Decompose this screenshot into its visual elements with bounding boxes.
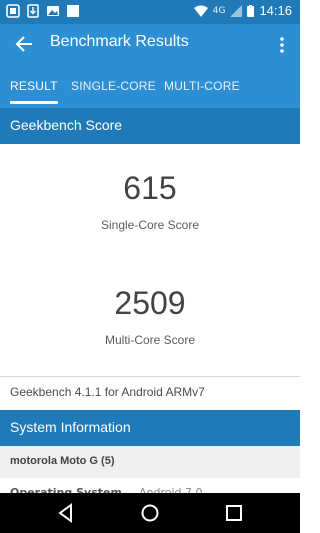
- image-icon: [47, 6, 59, 16]
- tab-multi-core[interactable]: MULTI-CORE: [164, 64, 240, 108]
- tab-single-core[interactable]: SINGLE-CORE: [71, 64, 156, 108]
- wifi-icon: [193, 5, 208, 17]
- device-name: motorola Moto G (5): [10, 455, 115, 467]
- tab-result[interactable]: RESULT: [10, 64, 58, 108]
- page-title: Benchmark Results: [50, 33, 189, 50]
- tab-bar: RESULT SINGLE-CORE MULTI-CORE: [0, 64, 300, 108]
- more-vert-icon[interactable]: [274, 34, 290, 56]
- square-icon: [67, 5, 79, 17]
- multi-core-score-label: Multi-Core Score: [104, 333, 196, 347]
- nav-home-icon[interactable]: [139, 502, 161, 524]
- arrow-left-icon[interactable]: [14, 32, 34, 56]
- battery-icon: [247, 4, 255, 17]
- clock: 14:16: [259, 3, 292, 18]
- geekbench-score-title: Geekbench Score: [10, 117, 123, 133]
- device-row: motorola Moto G (5): [0, 446, 300, 478]
- single-core-score-label: Single-Core Score: [100, 218, 200, 232]
- app-bar: Benchmark Results: [0, 24, 300, 64]
- status-bar: 4G 14:16: [0, 0, 300, 24]
- single-core-score-value: 615: [123, 170, 177, 206]
- system-information-header: System Information: [0, 410, 300, 446]
- version-text: Geekbench 4.1.1 for Android ARMv7: [10, 385, 205, 399]
- divider: [0, 376, 300, 377]
- navigation-bar: [0, 493, 300, 533]
- scores-panel: 615 Single-Core Score 2509 Multi-Core Sc…: [0, 144, 300, 376]
- status-left-icons: [6, 4, 80, 18]
- nav-recents-icon[interactable]: [223, 502, 245, 524]
- nav-back-icon[interactable]: [55, 502, 77, 524]
- status-right: 4G 14:16: [193, 3, 292, 18]
- download-icon: [27, 4, 39, 18]
- multi-core-score-value: 2509: [114, 285, 186, 321]
- geekbench-score-header: Geekbench Score: [0, 108, 300, 144]
- notification-icon: [6, 4, 20, 18]
- system-information-title: System Information: [10, 419, 131, 435]
- signal-icon: [230, 4, 243, 17]
- network-type: 4G: [212, 5, 226, 16]
